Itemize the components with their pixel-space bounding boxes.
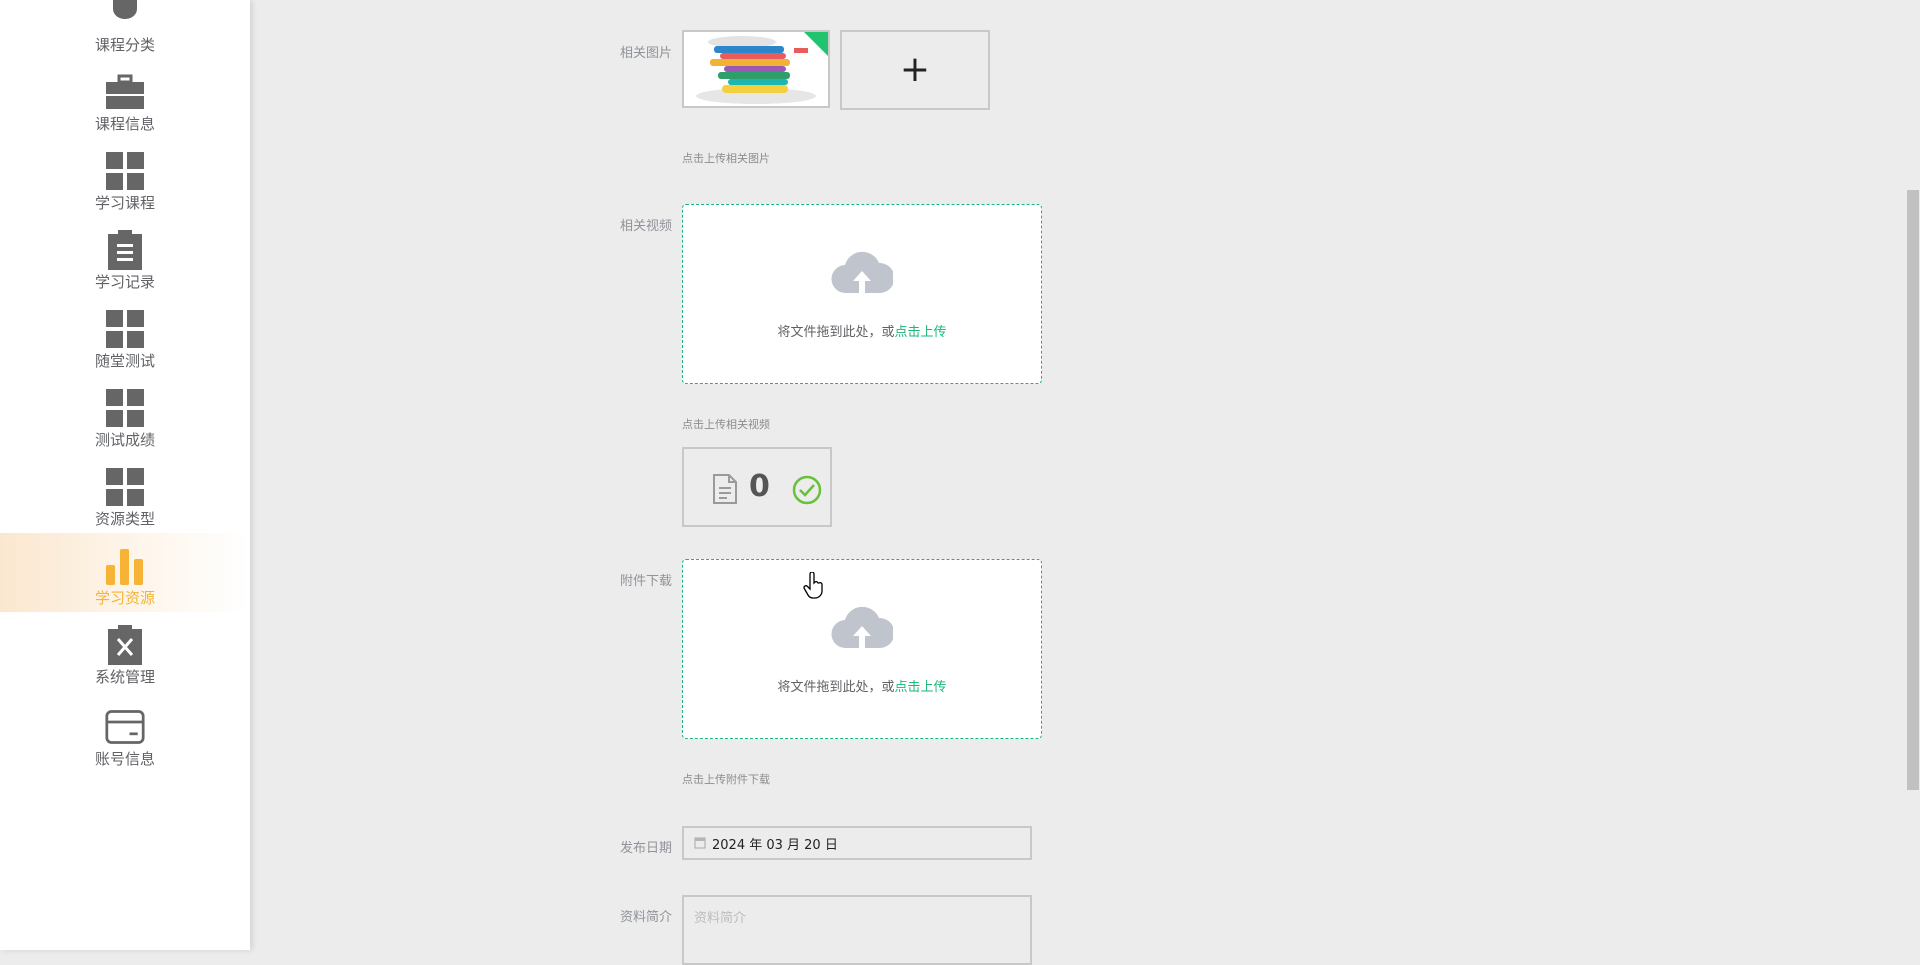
- sidebar-item-study-courses[interactable]: 学习课程: [0, 138, 250, 217]
- calendar-icon: [694, 837, 706, 849]
- scrollbar-thumb[interactable]: [1907, 190, 1919, 790]
- vertical-scrollbar[interactable]: [1904, 0, 1920, 950]
- uploaded-video-card[interactable]: 0: [682, 447, 832, 527]
- sidebar-item-study-resources[interactable]: 学习资源: [0, 533, 250, 612]
- sidebar-item-system-management[interactable]: 系统管理: [0, 612, 250, 691]
- video-hint: 点击上传相关视频: [682, 418, 770, 431]
- sidebar-item-label: 学习资源: [94, 589, 155, 607]
- sidebar-item-study-records[interactable]: 学习记录: [0, 217, 250, 296]
- upload-success-corner: [804, 32, 828, 56]
- lightbulb-icon: [105, 0, 145, 33]
- grid-icon: [105, 309, 145, 349]
- sidebar: 课程分类 课程信息 学习课程 学习记录 随堂测试 测试成绩 资源类型 学习资源 …: [0, 0, 250, 950]
- hand-pointer-icon: [803, 572, 823, 599]
- image-hint: 点击上传相关图片: [682, 152, 770, 165]
- sidebar-item-label: 学习课程: [94, 194, 155, 212]
- add-image-button[interactable]: +: [840, 30, 990, 110]
- grid-icon: [105, 467, 145, 507]
- sidebar-item-resource-types[interactable]: 资源类型: [0, 454, 250, 533]
- drop-instruction: 将文件拖到此处，或: [777, 325, 895, 340]
- attachment-label: 附件下载: [619, 574, 672, 589]
- dropzone-text: 将文件拖到此处，或点击上传: [683, 676, 1041, 695]
- video-label: 相关视频: [619, 219, 672, 234]
- sidebar-item-label: 学习记录: [94, 273, 155, 291]
- sidebar-item-test-scores[interactable]: 测试成绩: [0, 375, 250, 454]
- publish-date-label: 发布日期: [619, 841, 672, 856]
- sidebar-item-label: 系统管理: [94, 668, 155, 686]
- video-upload-dropzone[interactable]: 将文件拖到此处，或点击上传: [682, 204, 1042, 384]
- publish-date-value: 2024 年 03 月 20 日: [712, 837, 838, 853]
- dropzone-text: 将文件拖到此处，或点击上传: [683, 321, 1041, 340]
- sidebar-item-label: 测试成绩: [94, 431, 155, 449]
- uploaded-image-thumbnail[interactable]: [682, 30, 830, 108]
- clipboard-icon: [105, 230, 145, 270]
- summary-placeholder: 资料简介: [694, 911, 747, 926]
- bar-chart-icon: [105, 546, 145, 586]
- sidebar-item-course-info[interactable]: 课程信息: [0, 59, 250, 138]
- card-icon: [105, 707, 145, 747]
- image-label: 相关图片: [619, 46, 672, 61]
- drop-instruction: 将文件拖到此处，或: [777, 680, 895, 695]
- grid-icon: [105, 388, 145, 428]
- sidebar-item-label: 账号信息: [94, 750, 155, 768]
- grid-icon: [105, 151, 145, 191]
- cloud-upload-icon: [831, 251, 893, 294]
- summary-label: 资料简介: [619, 910, 672, 925]
- check-circle-icon: [792, 475, 822, 505]
- briefcase-icon: [105, 72, 145, 112]
- attachment-upload-dropzone[interactable]: 将文件拖到此处，或点击上传: [682, 559, 1042, 739]
- click-upload-link[interactable]: 点击上传: [895, 680, 947, 695]
- clipboard-x-icon: [105, 625, 145, 665]
- sidebar-item-label: 课程信息: [94, 115, 155, 133]
- sidebar-item-label: 资源类型: [94, 510, 155, 528]
- publish-date-input[interactable]: 2024 年 03 月 20 日: [682, 826, 1032, 860]
- sidebar-item-account-info[interactable]: 账号信息: [0, 694, 250, 773]
- sidebar-item-quiz[interactable]: 随堂测试: [0, 296, 250, 375]
- sidebar-item-label: 课程分类: [94, 36, 155, 54]
- click-upload-link[interactable]: 点击上传: [895, 325, 947, 340]
- summary-textarea[interactable]: 资料简介: [682, 895, 1032, 965]
- attachment-hint: 点击上传附件下载: [682, 773, 770, 786]
- sidebar-item-label: 随堂测试: [94, 352, 155, 370]
- file-icon: [713, 474, 737, 504]
- plus-icon: +: [899, 49, 931, 90]
- cloud-upload-icon: [831, 606, 893, 649]
- sidebar-item-course-category[interactable]: 课程分类: [0, 0, 250, 59]
- file-count: 0: [749, 469, 770, 504]
